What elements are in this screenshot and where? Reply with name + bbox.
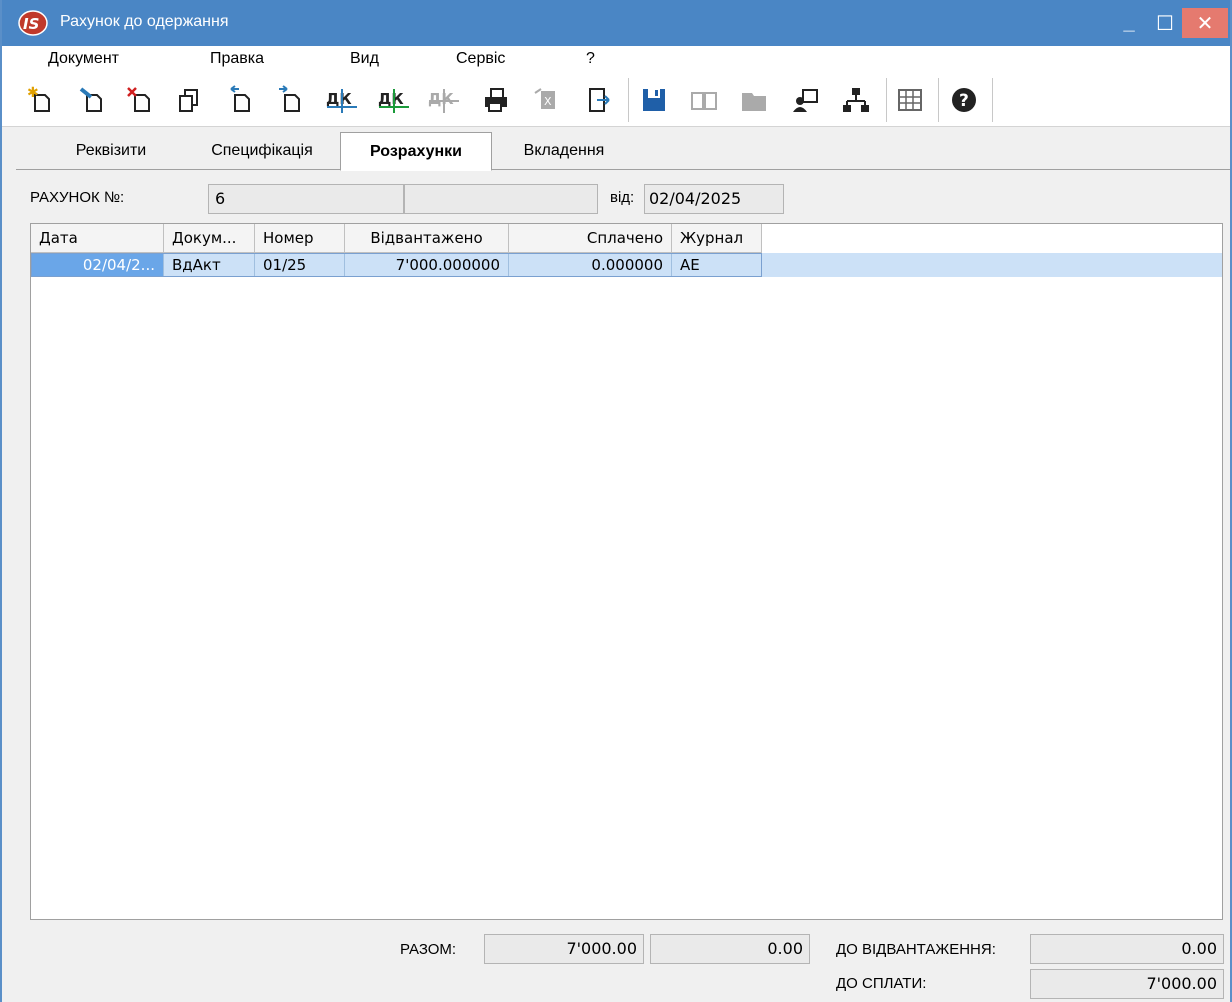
- svg-text:ДК: ДК: [326, 90, 352, 108]
- menu-bar: Документ Правка Вид Сервіс ?: [2, 46, 1230, 74]
- invoice-extra-field[interactable]: [404, 184, 598, 214]
- to-pay-field: 7'000.00: [1030, 969, 1224, 999]
- cell-number[interactable]: 01/25: [255, 253, 345, 277]
- move-back-icon[interactable]: [222, 82, 258, 118]
- table-grid-icon[interactable]: [892, 82, 928, 118]
- move-forward-icon[interactable]: [272, 82, 308, 118]
- structure-tree-icon[interactable]: [838, 82, 874, 118]
- menu-document[interactable]: Документ: [48, 50, 119, 68]
- column-header-paid[interactable]: Сплачено: [509, 224, 672, 252]
- cell-date[interactable]: 02/04/2...: [31, 253, 164, 277]
- title-bar[interactable]: IS Рахунок до одержання _ ☐ ✕: [2, 0, 1230, 46]
- menu-help[interactable]: ?: [586, 50, 595, 68]
- menu-service[interactable]: Сервіс: [456, 50, 505, 68]
- table-header: Дата Докум... Номер Відвантажено Сплачен…: [31, 224, 762, 253]
- window-title: Рахунок до одержання: [60, 13, 229, 30]
- delete-document-icon[interactable]: [122, 82, 158, 118]
- to-pay-label: ДО СПЛАТИ:: [836, 975, 927, 992]
- debit-credit-disabled-icon[interactable]: ДК: [426, 82, 462, 118]
- date-label: від:: [610, 189, 635, 206]
- column-header-number[interactable]: Номер: [255, 224, 345, 252]
- to-ship-field: 0.00: [1030, 934, 1224, 964]
- svg-text:✱: ✱: [27, 85, 39, 101]
- cell-paid[interactable]: 0.000000: [509, 253, 672, 277]
- copy-document-icon[interactable]: [172, 82, 208, 118]
- toolbar-separator: [938, 78, 939, 122]
- new-document-icon[interactable]: ✱: [22, 82, 58, 118]
- column-header-document[interactable]: Докум...: [164, 224, 255, 252]
- svg-text:X: X: [544, 95, 552, 108]
- svg-text:ДК: ДК: [428, 90, 454, 108]
- print-icon[interactable]: [478, 82, 514, 118]
- tab-requisites[interactable]: Реквізити: [36, 133, 186, 168]
- tab-strip: Реквізити Специфікація Розрахунки Вкладе…: [16, 132, 1230, 171]
- table-row[interactable]: 02/04/2... ВдАкт 01/25 7'000.000000 0.00…: [31, 253, 1222, 277]
- toolbar-separator: [886, 78, 887, 122]
- user-monitor-icon[interactable]: [788, 82, 824, 118]
- svg-text:ДК: ДК: [378, 90, 404, 108]
- edit-document-icon[interactable]: [74, 82, 110, 118]
- paid-total-field: 0.00: [650, 934, 810, 964]
- menu-edit[interactable]: Правка: [210, 50, 264, 68]
- help-icon[interactable]: ?: [946, 82, 982, 118]
- debit-credit-green-icon[interactable]: ДК: [376, 82, 412, 118]
- tab-specification[interactable]: Специфікація: [186, 133, 338, 168]
- toolbar-separator: [628, 78, 629, 122]
- settlements-table[interactable]: Дата Докум... Номер Відвантажено Сплачен…: [30, 223, 1223, 920]
- total-label: РАЗОМ:: [400, 941, 457, 958]
- cell-shipped[interactable]: 7'000.000000: [345, 253, 509, 277]
- column-header-journal[interactable]: Журнал: [672, 224, 762, 252]
- main-window: IS Рахунок до одержання _ ☐ ✕ Документ П…: [0, 0, 1232, 1002]
- save-icon[interactable]: [636, 82, 672, 118]
- svg-text:?: ?: [959, 91, 969, 111]
- cell-document[interactable]: ВдАкт: [164, 253, 255, 277]
- shipped-total-field: 7'000.00: [484, 934, 644, 964]
- invoice-number-field[interactable]: 6: [208, 184, 404, 214]
- debit-credit-icon[interactable]: ДК: [324, 82, 360, 118]
- open-book-disabled-icon[interactable]: [686, 82, 722, 118]
- tab-settlements[interactable]: Розрахунки: [340, 132, 492, 171]
- svg-text:IS: IS: [23, 15, 39, 33]
- exit-document-icon[interactable]: [580, 82, 616, 118]
- excel-disabled-icon[interactable]: X: [528, 82, 564, 118]
- to-ship-label: ДО ВІДВАНТАЖЕННЯ:: [836, 941, 996, 958]
- column-header-date[interactable]: Дата: [31, 224, 164, 252]
- maximize-button[interactable]: ☐: [1143, 8, 1187, 38]
- toolbar: ✱ ДК ДК ДК X ?: [2, 74, 1230, 127]
- folder-disabled-icon[interactable]: [736, 82, 772, 118]
- close-button[interactable]: ✕: [1182, 8, 1228, 38]
- app-logo-icon: IS: [18, 10, 48, 36]
- invoice-number-label: РАХУНОК №:: [30, 189, 125, 206]
- cell-journal[interactable]: АЕ: [672, 253, 762, 277]
- date-field[interactable]: 02/04/2025: [644, 184, 784, 214]
- column-header-shipped[interactable]: Відвантажено: [345, 224, 509, 252]
- toolbar-separator: [992, 78, 993, 122]
- menu-view[interactable]: Вид: [350, 50, 379, 68]
- tab-attachments[interactable]: Вкладення: [494, 133, 634, 168]
